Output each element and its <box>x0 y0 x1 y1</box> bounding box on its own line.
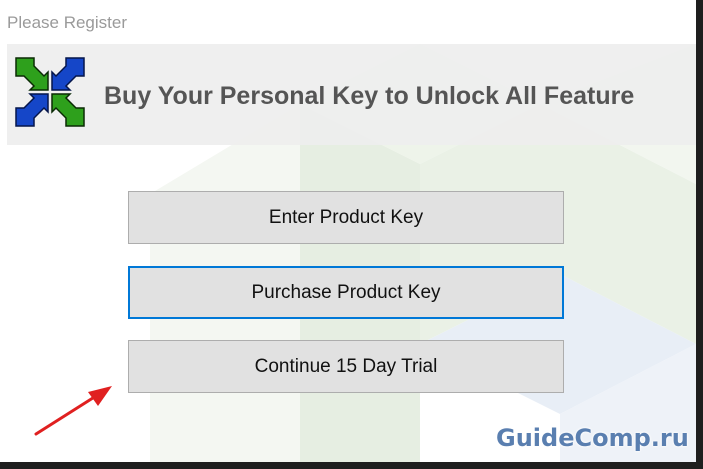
header-title: Buy Your Personal Key to Unlock All Feat… <box>104 82 635 110</box>
bottom-edge <box>0 462 703 469</box>
register-dialog: Please Register Buy Your Personal Key to… <box>0 0 703 469</box>
purchase-product-key-button[interactable]: Purchase Product Key <box>128 266 564 319</box>
window-title: Please Register <box>7 13 128 32</box>
site-watermark: GuideComp.ru <box>496 424 689 452</box>
continue-trial-button[interactable]: Continue 15 Day Trial <box>128 340 564 393</box>
enter-product-key-button[interactable]: Enter Product Key <box>128 191 564 244</box>
title-bar[interactable]: Please Register <box>0 0 696 44</box>
right-edge <box>696 0 703 469</box>
app-logo-icon <box>15 57 85 127</box>
red-pointer-arrow-icon <box>34 386 112 436</box>
